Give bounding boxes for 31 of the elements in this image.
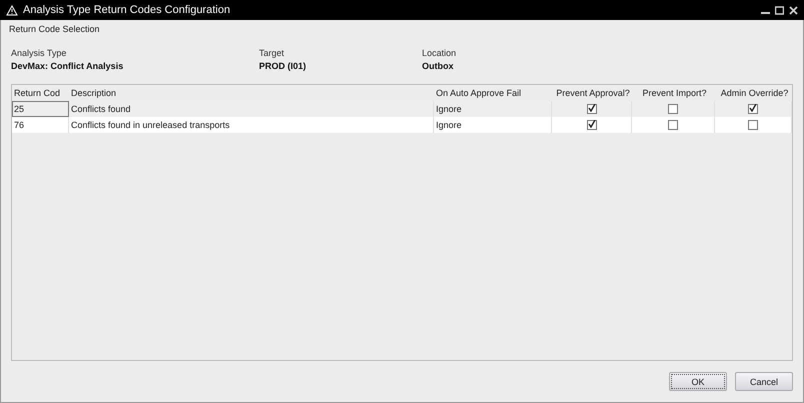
- column-header[interactable]: On Auto Approve Fail: [434, 85, 552, 101]
- maximize-icon[interactable]: [775, 6, 784, 14]
- table-cell: Conflicts found in unreleased transports: [69, 117, 434, 133]
- table-cell: 25: [12, 101, 69, 117]
- field-value: Outbox: [422, 61, 454, 71]
- column-header[interactable]: Admin Override?: [715, 85, 792, 101]
- column-header[interactable]: Prevent Approval?: [552, 85, 632, 101]
- field-value: PROD (I01): [259, 61, 308, 71]
- checkbox[interactable]: [668, 104, 678, 114]
- section-title: Return Code Selection: [9, 24, 101, 34]
- checkbox[interactable]: [668, 120, 678, 130]
- checkbox[interactable]: [748, 120, 758, 130]
- checkbox[interactable]: [586, 104, 596, 114]
- checkbox[interactable]: [748, 104, 758, 114]
- column-header[interactable]: Return Cod: [12, 85, 69, 101]
- field-label: Analysis Type: [11, 48, 68, 58]
- column-header[interactable]: Description: [69, 85, 434, 101]
- table-cell: Ignore: [434, 117, 552, 133]
- column-header[interactable]: Prevent Import?: [632, 85, 715, 101]
- warning-triangle-icon: [6, 4, 18, 16]
- close-icon[interactable]: [789, 6, 798, 14]
- dialog-button[interactable]: OK: [669, 372, 727, 391]
- field-label: Location: [422, 48, 458, 58]
- table-row[interactable]: 25 Conflicts found Ignore: [12, 101, 792, 117]
- table-cell: 76: [12, 117, 69, 133]
- dialog-button[interactable]: Cancel: [735, 372, 793, 391]
- table-row[interactable]: 76 Conflicts found in unreleased transports Ignore: [12, 117, 792, 133]
- window-title: Analysis Type Return Codes Configuration: [23, 4, 232, 16]
- field-label: Target: [259, 48, 286, 58]
- field-value: DevMax: Conflict Analysis: [11, 61, 124, 71]
- checkbox[interactable]: [586, 120, 596, 130]
